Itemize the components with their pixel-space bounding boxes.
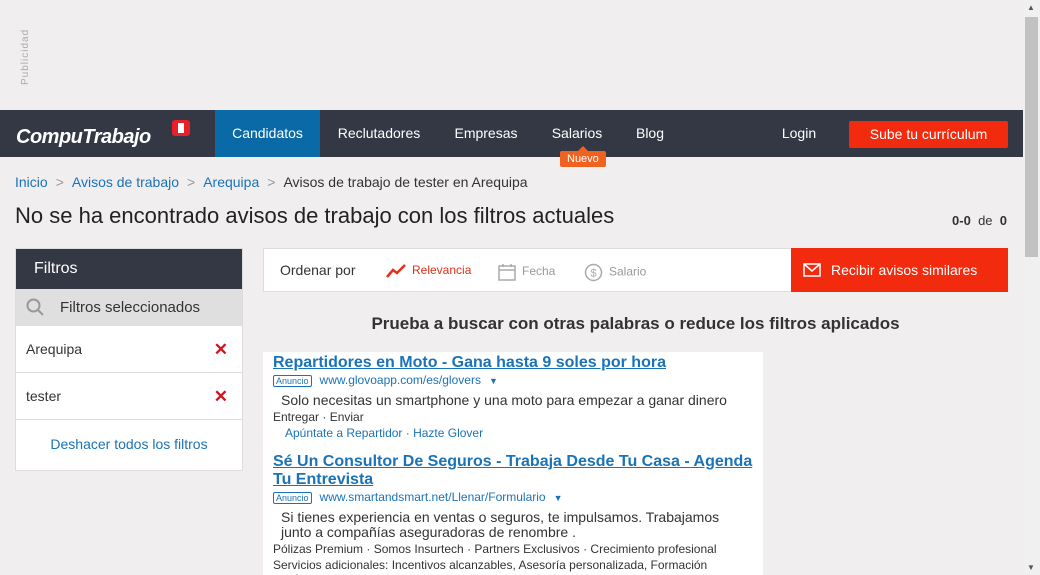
top-navbar: CompuTrabajo Candidatos Reclutadores Emp… <box>0 110 1023 157</box>
sort-relevance[interactable]: Relevancia <box>386 263 471 278</box>
ad-description: Solo necesitas un smartphone y una moto … <box>281 392 727 408</box>
ad-links: Entregar · Enviar <box>273 410 364 424</box>
upload-cv-button[interactable]: Sube tu currículum <box>849 121 1008 148</box>
nav-reclutadores[interactable]: Reclutadores <box>320 110 438 157</box>
ad-label: Publicidad <box>20 28 31 85</box>
new-badge: Nuevo <box>560 146 606 167</box>
nav-salarios[interactable]: Salarios <box>534 110 620 157</box>
suggestion-text: Prueba a buscar con otras palabras o red… <box>371 314 900 333</box>
sort-relevance-label: Relevancia <box>412 263 472 277</box>
undo-filters: Deshacer todos los filtros <box>16 420 242 452</box>
nav-empresas[interactable]: Empresas <box>438 110 534 157</box>
page-title: No se ha encontrado avisos de trabajo co… <box>15 203 615 228</box>
ad-tag: Anuncio <box>273 374 312 387</box>
caret-down-icon[interactable]: ▼ <box>554 493 563 503</box>
results-range: 0-0 <box>952 213 971 228</box>
ad-banner: Publicidad <box>0 0 1023 110</box>
site-logo[interactable]: CompuTrabajo <box>16 126 151 149</box>
filter-label: Arequipa <box>26 341 83 357</box>
ad-description: Si tienes experiencia en ventas o seguro… <box>281 509 720 540</box>
filter-label: tester <box>26 388 62 404</box>
ad-url-row: Anuncio www.smartandsmart.net/Llenar/Form… <box>273 490 753 504</box>
filter-item: tester ✕ <box>16 373 242 420</box>
calendar-icon <box>498 264 516 281</box>
login-link[interactable]: Login <box>770 110 828 157</box>
scroll-up-icon[interactable]: ▲ <box>1027 3 1035 12</box>
remove-filter-icon[interactable]: ✕ <box>214 373 228 420</box>
ad-links: Pólizas Premium · Somos Insurtech · Part… <box>273 542 717 556</box>
ad-title[interactable]: Repartidores en Moto - Gana hasta 9 sole… <box>273 354 666 371</box>
selected-filters-label: Filtros seleccionados <box>60 299 201 316</box>
vertical-scrollbar[interactable]: ▲ ▼ <box>1023 0 1040 575</box>
ad-item: Repartidores en Moto - Gana hasta 9 sole… <box>273 354 753 440</box>
undo-filters-link[interactable]: Deshacer todos los filtros <box>50 436 207 452</box>
ad-extra: Servicios adicionales: Incentivos alcanz… <box>273 558 708 575</box>
breadcrumb-home[interactable]: Inicio <box>15 174 48 190</box>
breadcrumb: Inicio > Avisos de trabajo > Arequipa > Avisos… <box>15 174 528 190</box>
breadcrumb-jobs[interactable]: Avisos de trabajo <box>72 174 179 190</box>
sort-date-label: Fecha <box>522 264 556 279</box>
ad-sitelinks[interactable]: Apúntate a Repartidor · Hazte Glover <box>273 426 753 440</box>
trend-icon <box>386 263 406 278</box>
sponsored-ads: Repartidores en Moto - Gana hasta 9 sole… <box>263 352 763 575</box>
ad-tag: Anuncio <box>273 491 312 504</box>
sort-label: Ordenar por <box>280 262 356 278</box>
results-counter: 0-0 de 0 <box>952 213 1007 228</box>
job-alert-label: Recibir avisos similares <box>831 262 978 278</box>
nav-blog[interactable]: Blog <box>620 110 680 157</box>
dollar-icon: $ <box>584 263 603 282</box>
scroll-thumb[interactable] <box>1025 17 1038 257</box>
results-total: 0 <box>999 213 1007 228</box>
remove-filter-icon[interactable]: ✕ <box>214 326 228 373</box>
sort-salary-label: Salario <box>609 264 647 279</box>
results-of: de <box>978 213 993 228</box>
sort-bar: Ordenar por Relevancia Fecha $ Salario Re… <box>263 248 1008 292</box>
svg-text:$: $ <box>590 268 596 280</box>
ad-url-row: Anuncio www.glovoapp.com/es/glovers ▼ <box>273 373 753 387</box>
caret-down-icon[interactable]: ▼ <box>489 376 498 386</box>
breadcrumb-city[interactable]: Arequipa <box>203 174 259 190</box>
nav-candidatos[interactable]: Candidatos <box>215 110 320 157</box>
scroll-down-icon[interactable]: ▼ <box>1027 563 1035 572</box>
ad-item: Sé Un Consultor De Seguros - Trabaja Des… <box>273 453 753 575</box>
ad-url[interactable]: www.smartandsmart.net/Llenar/Formulario <box>320 490 546 504</box>
job-alert-button[interactable]: Recibir avisos similares <box>791 248 1008 292</box>
ad-title[interactable]: Sé Un Consultor De Seguros - Trabaja Des… <box>273 453 752 488</box>
filter-item: Arequipa ✕ <box>16 326 242 373</box>
ad-url[interactable]: www.glovoapp.com/es/glovers <box>320 373 481 387</box>
search-icon <box>26 298 44 316</box>
sort-date[interactable]: Fecha <box>498 263 555 281</box>
sort-salary[interactable]: $ Salario <box>584 263 646 282</box>
selected-filters-header: Filtros seleccionados <box>16 289 242 326</box>
breadcrumb-current: Avisos de trabajo de tester en Arequipa <box>283 174 528 190</box>
filters-title: Filtros <box>16 249 242 289</box>
filters-panel: Filtros Filtros seleccionados Arequipa ✕… <box>15 248 243 471</box>
envelope-icon <box>803 263 821 277</box>
peru-flag-icon <box>172 120 190 136</box>
